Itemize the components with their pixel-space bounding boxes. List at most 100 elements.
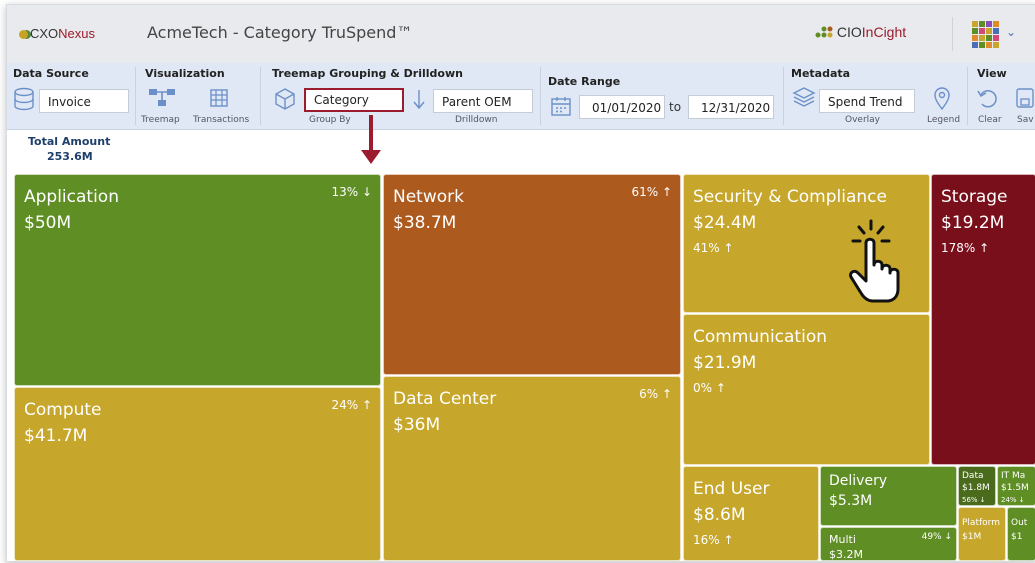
logo-text-cxo: CXO <box>30 26 59 41</box>
tile-data[interactable]: Data $1.8M 56% ↓ <box>958 466 996 506</box>
header-divider <box>952 17 953 51</box>
tile-trend: 6% ↑ <box>639 387 672 401</box>
tile-delivery[interactable]: Delivery $5.3M <box>820 466 957 526</box>
date-to-input[interactable]: 12/31/2020 <box>688 95 774 119</box>
incight-dots-icon <box>815 26 833 38</box>
tile-value: $24.4M <box>693 213 757 233</box>
tile-value: $8.6M <box>693 505 746 525</box>
tile-name: Data <box>962 471 984 481</box>
tile-name: IT Ma <box>1001 471 1026 481</box>
logo-mark-icon <box>19 30 28 39</box>
grouping-title: Treemap Grouping & Drilldown <box>272 67 463 80</box>
tile-name: Delivery <box>829 473 888 489</box>
layers-icon <box>792 87 816 107</box>
drilldown-caption: Drilldown <box>455 115 498 125</box>
page-title: AcmeTech - Category TruSpend™ <box>147 23 413 42</box>
tile-trend: 24% ↑ <box>331 398 372 412</box>
tile-end-user[interactable]: End User $8.6M 16% ↑ <box>683 466 819 561</box>
map-pin-icon[interactable] <box>932 87 952 111</box>
annotation-arrow-head-icon <box>361 150 381 164</box>
cio-incight-logo: CIOInCight <box>815 24 906 40</box>
user-avatar[interactable] <box>970 19 1000 49</box>
clear-label[interactable]: Clear <box>978 115 1002 125</box>
logo-text-nexus: Nexus <box>58 26 96 41</box>
tile-name: Multi <box>829 533 856 546</box>
brand-text-incight: InCight <box>861 24 907 40</box>
date-from-input[interactable]: 01/01/2020 <box>579 95 665 119</box>
tile-trend: 24% ↓ <box>1001 496 1025 504</box>
overlay-caption: Overlay <box>845 115 880 125</box>
tile-value: $41.7M <box>24 426 88 446</box>
data-source-select[interactable]: Invoice <box>39 89 129 113</box>
click-hand-icon <box>849 219 900 303</box>
table-icon[interactable] <box>210 89 228 107</box>
tile-value: $3.2M <box>829 548 863 561</box>
calendar-icon[interactable] <box>550 95 572 117</box>
tile-compute[interactable]: Compute $41.7M 24% ↑ <box>14 387 381 561</box>
date-range-title: Date Range <box>548 75 621 88</box>
tile-name: Platform <box>962 518 1000 528</box>
treemap-label[interactable]: Treemap <box>141 115 180 125</box>
tile-name: End User <box>693 479 770 499</box>
metadata-title: Metadata <box>791 67 851 80</box>
tile-application[interactable]: Application $50M 13% ↓ <box>14 174 381 386</box>
tile-name: Compute <box>24 400 102 420</box>
tile-name: Out <box>1011 518 1028 528</box>
group-by-select[interactable]: Category <box>304 88 404 112</box>
visualization-title: Visualization <box>145 67 225 80</box>
date-to-label: to <box>669 100 682 114</box>
tile-value: $21.9M <box>693 353 757 373</box>
tile-network[interactable]: Network $38.7M 61% ↑ <box>383 174 681 375</box>
toolbar: Data Source Invoice Visualization Treema… <box>7 63 1035 130</box>
legend-caption[interactable]: Legend <box>927 115 960 125</box>
tile-name: Communication <box>693 327 827 347</box>
tile-storage[interactable]: Storage $19.2M 178% ↑ <box>931 174 1035 465</box>
tile-it-management[interactable]: IT Ma $1.5M 24% ↓ <box>997 466 1035 506</box>
toolbar-divider <box>260 67 261 125</box>
tile-value: $1M <box>962 532 982 542</box>
transactions-label[interactable]: Transactions <box>193 115 249 125</box>
undo-icon[interactable] <box>976 87 998 109</box>
tile-value: $50M <box>24 213 72 233</box>
toolbar-divider <box>540 67 541 125</box>
tile-name: Application <box>24 187 119 207</box>
tile-data-center[interactable]: Data Center $36M 6% ↑ <box>383 376 681 561</box>
app-window: CXONexus AcmeTech - Category TruSpend™ C… <box>6 4 1035 562</box>
total-amount-value: 253.6M <box>47 150 93 163</box>
tile-value: $36M <box>393 415 441 435</box>
tile-value: $1 <box>1011 532 1023 542</box>
cube-icon <box>275 88 295 110</box>
tile-out[interactable]: Out $1 <box>1007 507 1035 561</box>
tile-multi[interactable]: Multi $3.2M 49% ↓ <box>820 527 957 561</box>
tile-name: Data Center <box>393 389 497 409</box>
toolbar-divider <box>967 67 968 125</box>
tile-value: $19.2M <box>941 213 1005 233</box>
view-title: View <box>977 67 1007 80</box>
treemap-icon[interactable] <box>148 87 176 109</box>
tile-trend: 56% ↓ <box>962 496 986 504</box>
tile-value: $1.8M <box>962 483 990 493</box>
database-icon <box>14 87 34 111</box>
save-label[interactable]: Sav <box>1017 115 1034 125</box>
annotation-arrow-shaft <box>369 115 373 153</box>
tile-platform[interactable]: Platform $1M <box>958 507 1006 561</box>
tile-communication[interactable]: Communication $21.9M 0% ↑ <box>683 314 930 465</box>
tile-trend: 13% ↓ <box>331 185 372 199</box>
tile-value: $1.5M <box>1001 483 1029 493</box>
overlay-select[interactable]: Spend Trend <box>819 89 915 113</box>
tile-value: $38.7M <box>393 213 457 233</box>
tile-trend: 0% ↑ <box>693 381 726 395</box>
tile-name: Security & Compliance <box>693 187 887 207</box>
cxo-nexus-logo[interactable]: CXONexus <box>19 26 95 41</box>
tile-trend: 16% ↑ <box>693 533 734 547</box>
data-source-title: Data Source <box>13 67 89 80</box>
top-header: CXONexus AcmeTech - Category TruSpend™ C… <box>7 5 1035 64</box>
tile-value: $5.3M <box>829 493 873 509</box>
chevron-down-icon[interactable]: ⌄ <box>1006 25 1016 39</box>
tile-trend: 178% ↑ <box>941 241 990 255</box>
tile-trend: 49% ↓ <box>921 532 952 542</box>
drilldown-select[interactable]: Parent OEM <box>433 89 533 113</box>
save-icon[interactable] <box>1015 87 1035 109</box>
toolbar-divider <box>783 67 784 125</box>
tile-trend: 61% ↑ <box>631 185 672 199</box>
